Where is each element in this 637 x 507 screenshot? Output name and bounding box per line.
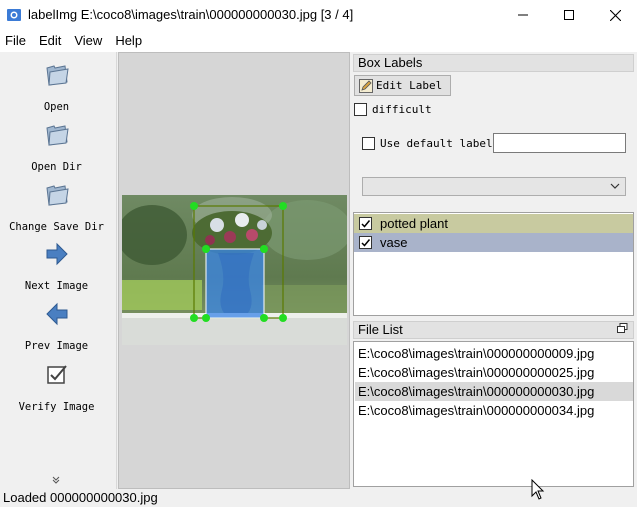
label-row-potted-plant[interactable]: potted plant [354,214,633,233]
title-bar: labelImg E:\coco8\images\train\000000000… [0,0,637,30]
menu-view[interactable]: View [68,30,109,52]
folder-open-icon [45,65,69,86]
menu-help[interactable]: Help [109,30,149,52]
close-icon [609,9,621,21]
window-title: labelImg E:\coco8\images\train\000000000… [28,7,354,22]
menu-file[interactable]: File [0,30,33,52]
close-button[interactable] [592,0,637,30]
toolbar-more-icon[interactable] [52,476,60,486]
file-row[interactable]: E:\coco8\images\train\000000000025.jpg [355,363,633,382]
change-save-dir-button[interactable]: Change Save Dir [0,182,113,233]
label-list: potted plant vase [353,212,634,316]
label-combo-box[interactable] [362,177,626,196]
difficult-label: difficult [372,103,432,116]
pencil-icon [359,78,373,93]
check-icon [361,239,371,247]
label-row-vase[interactable]: vase [354,233,633,252]
arrow-left-icon [45,302,67,326]
edit-label-text: Edit Label [376,79,443,92]
label-checkbox[interactable] [359,217,372,230]
undock-icon[interactable] [617,323,628,334]
file-row[interactable]: E:\coco8\images\train\000000000034.jpg [355,401,633,420]
next-image-label: Next Image [24,280,89,292]
menu-bar: File Edit View Help [0,30,637,52]
prev-image-button[interactable]: Prev Image [0,301,113,352]
label-text: vase [380,235,408,250]
minimize-button[interactable] [500,0,546,30]
label-checkbox[interactable] [359,236,372,249]
change-save-dir-label: Change Save Dir [9,221,104,233]
verify-image-label: Verify Image [18,401,95,413]
file-list: E:\coco8\images\train\000000000009.jpg E… [353,341,634,487]
label-text: potted plant [380,216,448,231]
open-dir-label: Open Dir [31,161,82,173]
left-toolbar: Open Open Dir Change Save Dir Next Image… [0,52,117,489]
arrow-right-icon [46,242,68,266]
annotated-image [122,195,347,345]
chevron-down-icon [610,183,620,189]
minimize-icon [518,14,528,16]
check-icon [361,220,371,228]
checkbox-icon [46,365,67,384]
prev-image-label: Prev Image [24,340,89,352]
box-labels-header: Box Labels [353,54,634,72]
image-canvas[interactable] [118,52,350,489]
folder-open-icon [45,125,69,146]
verify-image-button[interactable]: Verify Image [0,362,113,413]
open-button[interactable]: Open [0,62,113,113]
file-row[interactable]: E:\coco8\images\train\000000000009.jpg [355,344,633,363]
use-default-label-checkbox[interactable] [362,137,375,150]
menu-edit[interactable]: Edit [33,30,68,52]
maximize-icon [564,10,574,20]
open-label: Open [43,101,70,113]
file-list-header: File List [353,321,634,339]
default-label-input[interactable] [493,133,626,153]
mouse-cursor-icon [531,479,545,500]
next-image-button[interactable]: Next Image [0,241,113,292]
maximize-button[interactable] [546,0,592,30]
edit-label-button[interactable]: Edit Label [354,75,451,96]
folder-open-icon [45,185,69,206]
open-dir-button[interactable]: Open Dir [0,122,113,173]
app-icon [7,9,21,21]
difficult-checkbox[interactable] [354,103,367,116]
file-row-selected[interactable]: E:\coco8\images\train\000000000030.jpg [355,382,633,401]
use-default-label-label: Use default label [380,137,493,150]
